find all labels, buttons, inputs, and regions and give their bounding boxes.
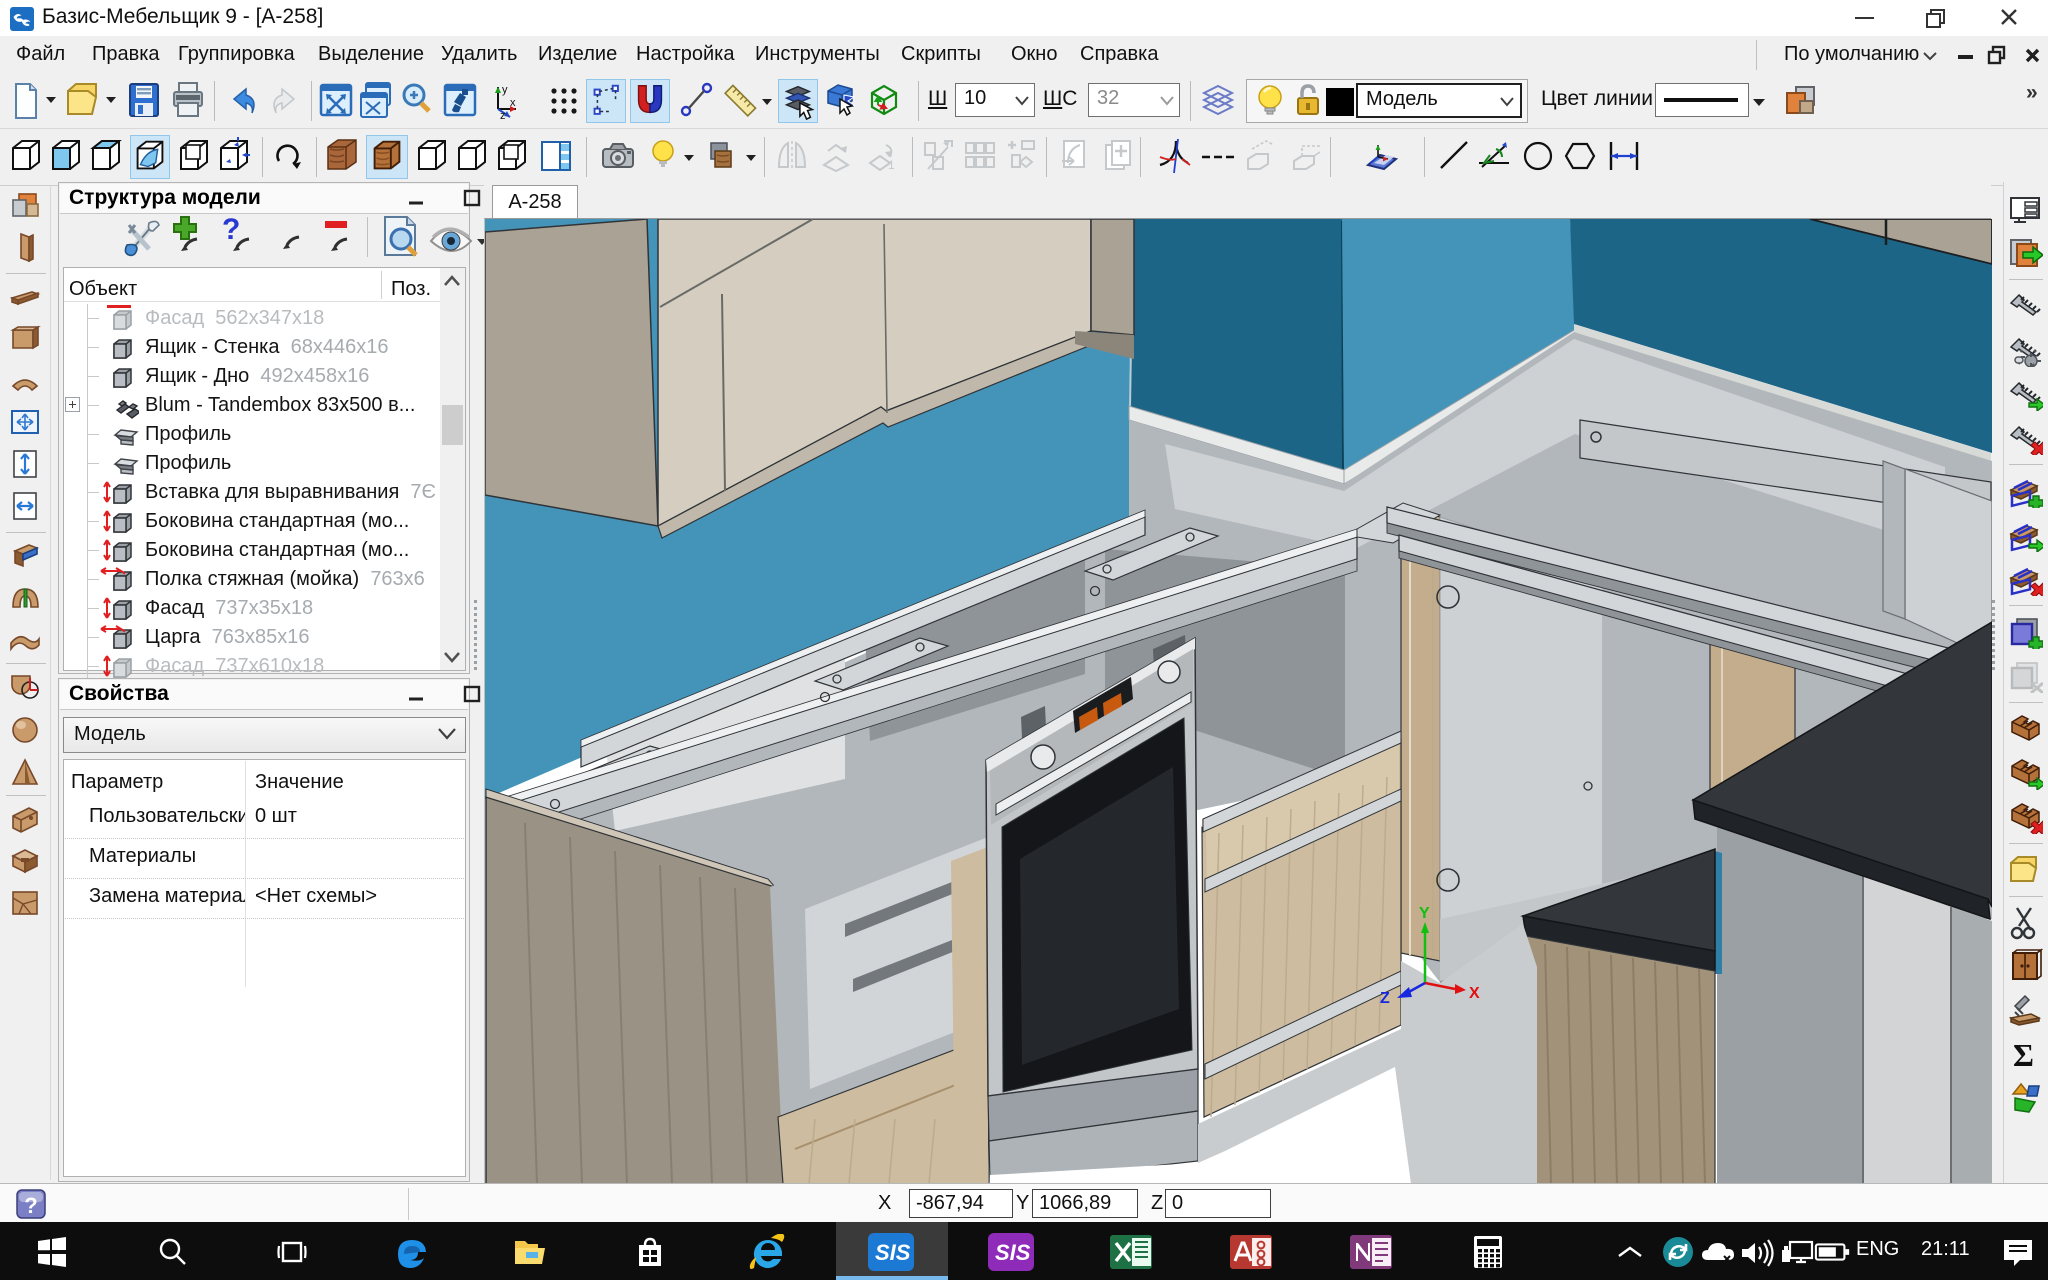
svg-text:SIS: SIS	[875, 1240, 911, 1265]
svg-text:1: 1	[888, 158, 895, 172]
svg-text:Σ: Σ	[2013, 1037, 2034, 1072]
svg-text:Z: Z	[1380, 990, 1390, 1007]
svg-text:X: X	[1469, 985, 1480, 1002]
svg-text:Y: Y	[1419, 905, 1430, 922]
svg-text:?: ?	[222, 215, 240, 246]
svg-text:z: z	[500, 110, 506, 122]
svg-text:SIS: SIS	[995, 1240, 1031, 1265]
svg-text:y: y	[502, 84, 508, 96]
svg-text:?: ?	[24, 1193, 37, 1218]
svg-text:x: x	[510, 97, 516, 109]
